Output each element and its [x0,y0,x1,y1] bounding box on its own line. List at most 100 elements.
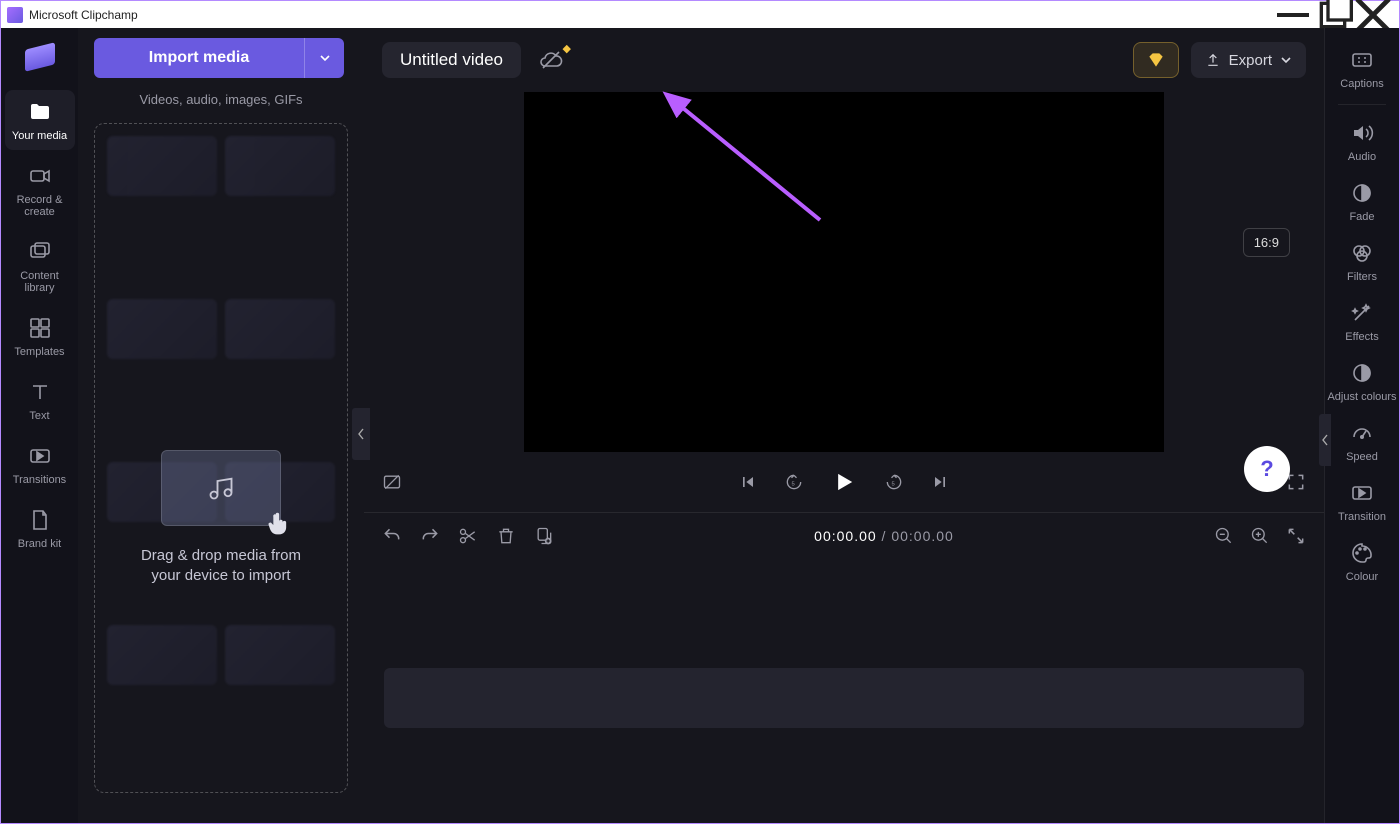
sidebar-item-transitions[interactable]: Transitions [5,434,75,494]
library-icon [28,240,52,264]
chevron-down-icon [1280,54,1292,66]
timecode-display: 00:00.00 / 00:00.00 [572,528,1196,544]
text-icon [28,380,52,404]
contrast-icon [1350,361,1374,385]
media-panel: Import media Videos, audio, images, GIFs… [78,28,364,823]
play-icon [830,468,858,496]
chevron-down-icon [319,52,331,64]
right-item-label: Speed [1346,451,1378,463]
export-button[interactable]: Export [1191,42,1306,78]
svg-text:5: 5 [892,481,895,487]
right-item-colour[interactable]: Colour [1327,531,1397,591]
right-item-fade[interactable]: Fade [1327,171,1397,231]
sidebar-item-record-create[interactable]: Record & create [5,154,75,226]
skip-previous-button[interactable] [738,472,758,492]
player-controls: 5 5 [364,452,1324,512]
split-button[interactable] [458,526,478,546]
undo-icon [382,526,402,546]
transitions-icon [28,444,52,468]
remove-background-button[interactable] [382,472,402,492]
filters-icon [1350,241,1374,265]
delete-button[interactable] [496,526,516,546]
templates-icon [28,316,52,340]
project-title-input[interactable]: Untitled video [382,42,521,78]
right-item-speed[interactable]: Speed [1327,411,1397,471]
right-item-filters[interactable]: Filters [1327,231,1397,291]
right-item-adjust-colours[interactable]: Adjust colours [1327,351,1397,411]
folder-icon [28,100,52,124]
right-item-transition[interactable]: Transition [1327,471,1397,531]
home-button[interactable] [12,34,68,80]
sidebar-item-your-media[interactable]: Your media [5,90,75,150]
rewind-5-icon: 5 [784,472,804,492]
sidebar-item-label: Your media [12,130,67,142]
app-name: Microsoft Clipchamp [29,8,138,22]
cloud-sync-button[interactable]: ◆ [539,48,563,72]
collapse-media-panel-button[interactable] [352,408,370,460]
sidebar-item-brand-kit[interactable]: Brand kit [5,498,75,558]
zoom-in-icon [1250,526,1270,546]
collapse-right-panel-button[interactable] [1319,414,1331,466]
music-note-icon [207,474,235,502]
redo-button[interactable] [420,526,440,546]
fade-icon [1350,181,1374,205]
fit-icon [1286,526,1306,546]
trash-icon [496,526,516,546]
right-item-label: Captions [1340,78,1383,90]
chevron-left-icon [1321,434,1329,446]
app-root: Your media Record & create Content libra… [0,28,1400,824]
dropzone-media-icon [161,450,281,526]
right-item-captions[interactable]: Captions [1327,38,1397,98]
skip-previous-icon [738,472,758,492]
aspect-ratio-button[interactable]: 16:9 [1243,228,1290,257]
skip-next-button[interactable] [930,472,950,492]
sidebar-item-templates[interactable]: Templates [5,306,75,366]
app-logo-icon [7,7,23,23]
undo-button[interactable] [382,526,402,546]
import-media-button[interactable]: Import media [94,38,344,78]
chevron-left-icon [357,428,365,440]
rewind-button[interactable]: 5 [784,472,804,492]
sidebar-item-content-library[interactable]: Content library [5,230,75,302]
clipchamp-logo-icon [25,42,55,71]
upload-icon [1205,52,1221,68]
question-mark-icon: ? [1260,456,1273,482]
export-label: Export [1229,52,1272,69]
play-button[interactable] [830,468,858,496]
redo-icon [420,526,440,546]
video-preview[interactable] [524,92,1164,452]
skip-next-icon [930,472,950,492]
dropzone-text: Drag & drop media from your device to im… [141,546,301,587]
sidebar-item-label: Text [29,410,49,422]
window-titlebar: Microsoft Clipchamp [0,0,1400,28]
transition-icon [1350,481,1374,505]
forward-5-icon: 5 [884,472,904,492]
right-item-label: Fade [1349,211,1374,223]
timeline-track[interactable] [384,668,1304,728]
window-minimize-button[interactable] [1273,1,1313,29]
zoom-out-icon [1214,526,1234,546]
right-item-label: Audio [1348,151,1376,163]
copy-button[interactable] [534,526,554,546]
sidebar-item-text[interactable]: Text [5,370,75,430]
preview-area: 16:9 [364,92,1324,452]
zoom-out-button[interactable] [1214,526,1234,546]
import-media-dropdown[interactable] [304,38,344,78]
import-subtext: Videos, audio, images, GIFs [94,92,348,107]
hand-pointer-icon [264,511,292,539]
window-maximize-button[interactable] [1313,1,1353,29]
zoom-in-button[interactable] [1250,526,1270,546]
right-sidebar: Captions Audio Fade Filters Effects Adju… [1324,28,1399,823]
forward-button[interactable]: 5 [884,472,904,492]
right-item-label: Adjust colours [1327,391,1396,403]
media-dropzone[interactable]: Drag & drop media from your device to im… [94,123,348,793]
window-close-button[interactable] [1353,1,1393,29]
help-button[interactable]: ? [1244,446,1290,492]
timeline-area[interactable] [364,558,1324,823]
premium-button[interactable] [1133,42,1179,78]
right-item-effects[interactable]: Effects [1327,291,1397,351]
editor-main: Untitled video ◆ Export 16:9 [364,28,1324,823]
right-item-audio[interactable]: Audio [1327,111,1397,171]
fit-timeline-button[interactable] [1286,526,1306,546]
speedometer-icon [1350,421,1374,445]
